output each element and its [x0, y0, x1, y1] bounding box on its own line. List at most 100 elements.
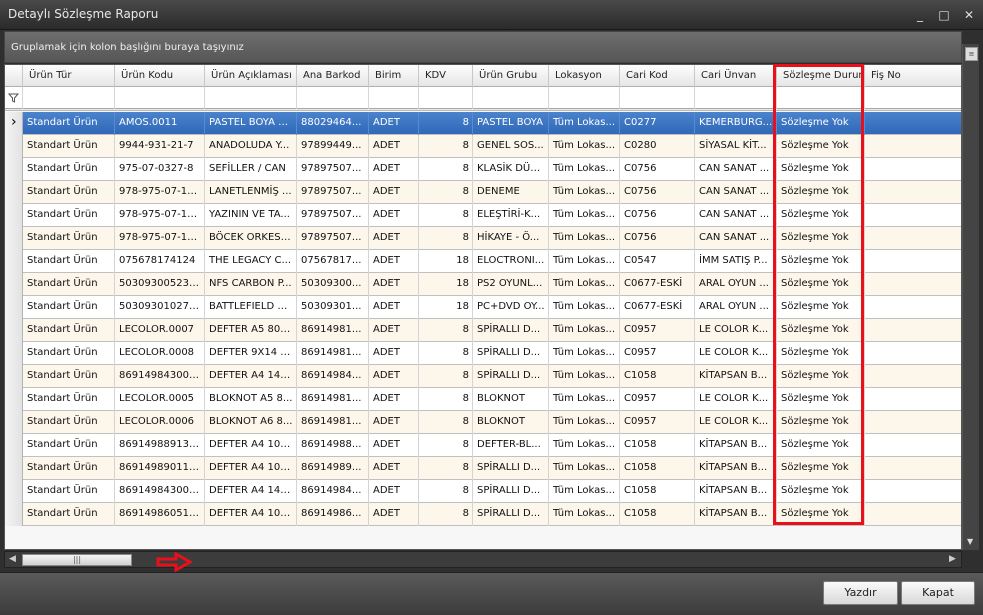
filter-col-birim[interactable] [369, 87, 419, 109]
table-row[interactable]: Standart Ürün 8691498901102 DEFTER A4 100.… [5, 457, 961, 480]
row-indicator[interactable] [5, 365, 23, 388]
table-row[interactable]: Standart Ürün LECOLOR.0007 DEFTER A5 80/..… [5, 319, 961, 342]
row-indicator[interactable] [5, 319, 23, 342]
cell-cari-unvan: KEMERBURG... [695, 112, 777, 135]
row-indicator[interactable] [5, 273, 23, 296]
cell-cari-kod: C0277 [620, 112, 695, 135]
table-row[interactable]: Standart Ürün LECOLOR.0005 BLOKNOT A5 8...… [5, 388, 961, 411]
cell-kdv: 18 [419, 250, 473, 273]
filter-col-cari-unvan[interactable] [695, 87, 777, 109]
cell-urun-kodu: 8691498891304 [115, 434, 205, 457]
vertical-scrollbar[interactable]: ≡ ▼ [962, 44, 979, 550]
row-indicator[interactable] [5, 411, 23, 434]
filter-col-urun-aciklamasi[interactable] [205, 87, 297, 109]
cell-kdv: 8 [419, 411, 473, 434]
print-button[interactable]: Yazdır [823, 581, 898, 605]
table-row[interactable]: Standart Ürün 8691498430039 DEFTER A4 140.… [5, 365, 961, 388]
cell-urun-tur: Standart Ürün [23, 411, 115, 434]
table-row[interactable]: Standart Ürün 075678174124 THE LEGACY C...… [5, 250, 961, 273]
row-indicator[interactable] [5, 434, 23, 457]
table-row[interactable]: Standart Ürün 8691498891304 DEFTER A4 100.… [5, 434, 961, 457]
cell-cari-unvan: CAN SANAT ... [695, 158, 777, 181]
header-col-cari-unvan[interactable]: Cari Ünvan [695, 65, 777, 87]
cell-urun-tur: Standart Ürün [23, 457, 115, 480]
table-row[interactable]: Standart Ürün 978-975-07-15... LANETLENMİŞ… [5, 181, 961, 204]
minimize-button[interactable]: _ [912, 8, 928, 22]
row-indicator[interactable] [5, 342, 23, 365]
filter-row [5, 87, 961, 109]
cell-birim: ADET [369, 365, 419, 388]
cell-cari-kod: C0547 [620, 250, 695, 273]
scroll-right-arrow-icon[interactable]: ▶ [949, 554, 956, 564]
row-indicator[interactable] [5, 457, 23, 480]
header-col-lokasyon[interactable]: Lokasyon [549, 65, 620, 87]
cell-urun-tur: Standart Ürün [23, 296, 115, 319]
maximize-button[interactable]: □ [936, 8, 952, 22]
cell-birim: ADET [369, 181, 419, 204]
table-row[interactable]: Standart Ürün LECOLOR.0008 DEFTER 9X14 8..… [5, 342, 961, 365]
header-col-kdv[interactable]: KDV [419, 65, 473, 87]
row-indicator[interactable] [5, 181, 23, 204]
cell-urun-tur: Standart Ürün [23, 158, 115, 181]
table-row[interactable]: Standart Ürün 5030930052331 NFS CARBON P..… [5, 273, 961, 296]
table-row[interactable]: Standart Ürün 978-975-07-15... BÖCEK ORKES… [5, 227, 961, 250]
cell-fis-no [865, 411, 961, 434]
header-col-birim[interactable]: Birim [369, 65, 419, 87]
filter-col-sozlesme-durum[interactable] [777, 87, 865, 109]
row-indicator[interactable] [5, 388, 23, 411]
table-row[interactable]: Standart Ürün 9944-931-21-7 ANADOLUDA Y...… [5, 135, 961, 158]
filter-col-lokasyon[interactable] [549, 87, 620, 109]
filter-col-urun-grubu[interactable] [473, 87, 549, 109]
header-col-ana-barkod[interactable]: Ana Barkod [297, 65, 369, 87]
table-row[interactable]: Standart Ürün 8691498430084 DEFTER A4 140.… [5, 480, 961, 503]
row-indicator[interactable]: › [5, 112, 23, 135]
table-row[interactable]: Standart Ürün LECOLOR.0006 BLOKNOT A6 8...… [5, 411, 961, 434]
header-col-urun-kodu[interactable]: Ürün Kodu [115, 65, 205, 87]
cell-urun-grubu: ELEŞTİRİ-K... [473, 204, 549, 227]
filter-col-urun-kodu[interactable] [115, 87, 205, 109]
table-row[interactable]: Standart Ürün 978-975-07-15... YAZININ VE … [5, 204, 961, 227]
cell-kdv: 8 [419, 480, 473, 503]
cell-fis-no [865, 342, 961, 365]
filter-icon[interactable] [5, 87, 23, 109]
horizontal-scrollbar[interactable]: ◀ ||| ▶ [4, 551, 962, 568]
row-indicator[interactable] [5, 250, 23, 273]
table-row[interactable]: Standart Ürün 5030930102753 BATTLEFIELD 3.… [5, 296, 961, 319]
filter-col-ana-barkod[interactable] [297, 87, 369, 109]
horizontal-scroll-thumb[interactable]: ||| [22, 554, 132, 566]
cell-lokasyon: Tüm Lokas... [549, 227, 620, 250]
header-col-cari-kod[interactable]: Cari Kod [620, 65, 695, 87]
close-button[interactable]: Kapat [901, 581, 975, 605]
cell-fis-no [865, 204, 961, 227]
table-row[interactable]: Standart Ürün 975-07-0327-8 SEFİLLER / CAN… [5, 158, 961, 181]
cell-urun-grubu: SPİRALLI D... [473, 342, 549, 365]
cell-urun-tur: Standart Ürün [23, 434, 115, 457]
group-by-panel[interactable]: Gruplamak için kolon başlığını buraya ta… [4, 31, 962, 63]
cell-cari-kod: C1058 [620, 480, 695, 503]
row-indicator[interactable] [5, 296, 23, 319]
filter-col-urun-tur[interactable] [23, 87, 115, 109]
cell-urun-aciklamasi: DEFTER A4 140... [205, 480, 297, 503]
scroll-down-arrow-icon[interactable]: ▼ [967, 537, 973, 546]
header-col-urun-grubu[interactable]: Ürün Grubu [473, 65, 549, 87]
close-window-button[interactable]: ✕ [961, 8, 977, 22]
row-indicator[interactable] [5, 158, 23, 181]
row-indicator[interactable] [5, 135, 23, 158]
cell-urun-kodu: AMOS.0011 [115, 112, 205, 135]
filter-col-kdv[interactable] [419, 87, 473, 109]
table-row[interactable]: › Standart Ürün AMOS.0011 PASTEL BOYA 2... 8… [5, 112, 961, 135]
row-indicator[interactable] [5, 227, 23, 250]
table-row[interactable]: Standart Ürün 8691498605116 DEFTER A4 100.… [5, 503, 961, 526]
row-indicator[interactable] [5, 503, 23, 526]
row-indicator[interactable] [5, 480, 23, 503]
row-indicator[interactable] [5, 204, 23, 227]
filter-col-fis-no[interactable] [865, 87, 961, 109]
filter-col-cari-kod[interactable] [620, 87, 695, 109]
cell-ana-barkod: 86914989... [297, 457, 369, 480]
scroll-left-arrow-icon[interactable]: ◀ [9, 554, 16, 564]
header-col-urun-tur[interactable]: Ürün Tür [23, 65, 115, 87]
header-col-sozlesme-durum[interactable]: Sözleşme Durum [777, 65, 865, 87]
vertical-scroll-thumb[interactable]: ≡ [965, 47, 978, 61]
header-col-fis-no[interactable]: Fiş No [865, 65, 961, 87]
header-col-urun-aciklamasi[interactable]: Ürün Açıklaması [205, 65, 297, 87]
